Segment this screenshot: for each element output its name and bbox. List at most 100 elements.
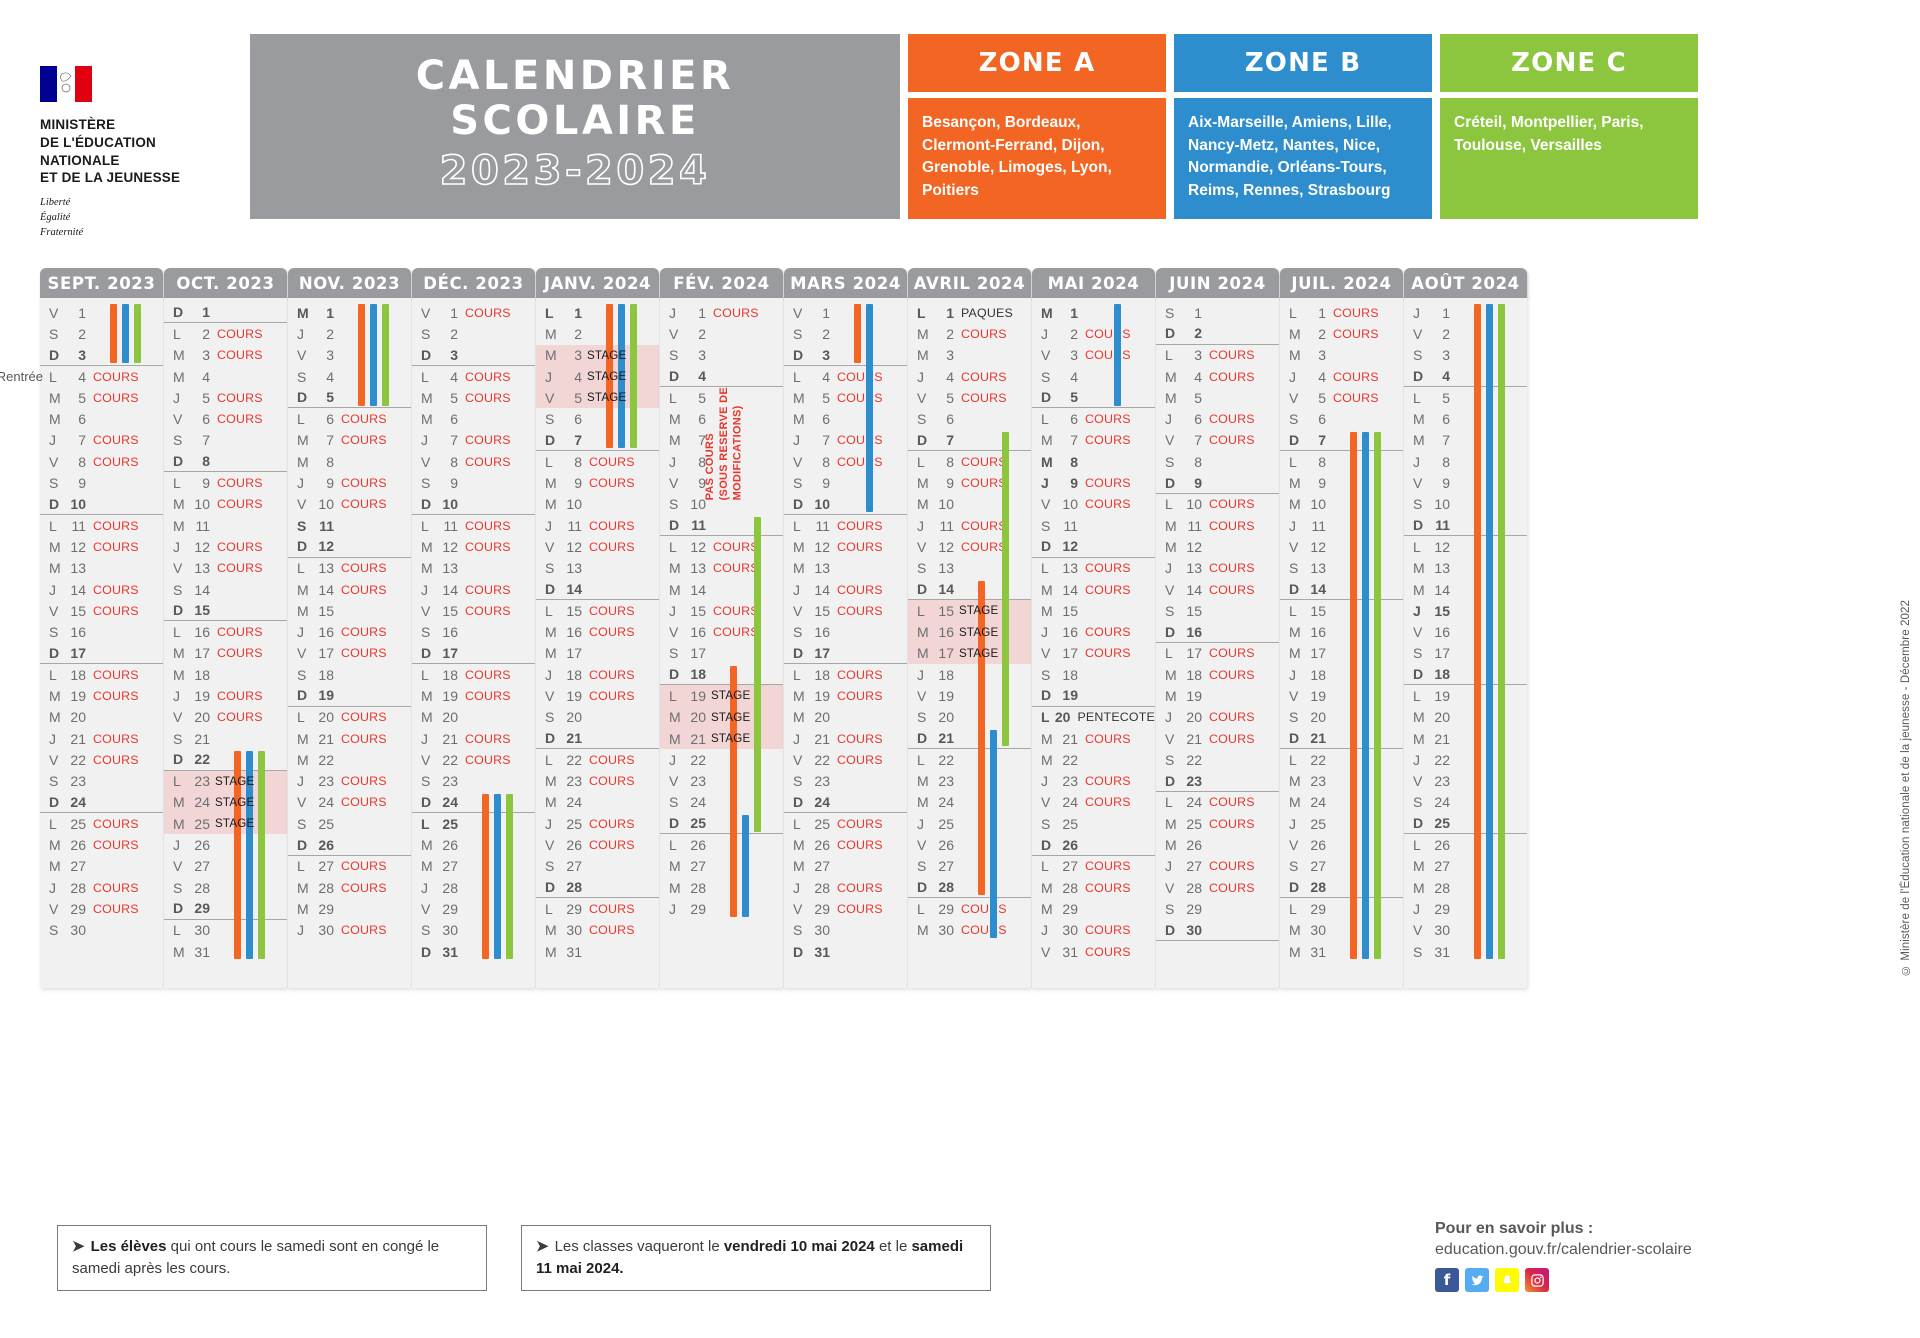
- day-of-week: L: [1041, 858, 1049, 875]
- day-row: D 17: [784, 643, 907, 665]
- vacation-bar-zone-b: [742, 815, 749, 917]
- day-of-week: D: [1413, 815, 1424, 832]
- twitter-icon[interactable]: [1465, 1268, 1489, 1292]
- day-number: 25: [814, 815, 830, 832]
- day-number: 22: [1186, 751, 1202, 768]
- day-of-week: M: [49, 389, 61, 406]
- day-of-week: M: [173, 347, 185, 364]
- day-number: 25: [690, 815, 706, 832]
- cours-label: COURS: [589, 838, 635, 853]
- day-number: 11: [939, 517, 954, 534]
- day-number: 7: [574, 431, 582, 448]
- day-of-week: V: [297, 347, 307, 364]
- day-of-week: M: [173, 496, 185, 513]
- day-of-week: L: [1289, 304, 1297, 321]
- day-of-week: M: [297, 730, 309, 747]
- month-days: M 1 J 2 V 3 S 4 D 5 L 6 COURS M 7 COURS M 8 J 9 COURS V 10 COUR…: [288, 298, 411, 988]
- day-row: L 15 COURS: [536, 600, 659, 621]
- day-number: 28: [194, 879, 210, 896]
- day-number: 30: [1186, 921, 1202, 938]
- day-row: V 8 COURS: [40, 451, 163, 472]
- more-info-url[interactable]: education.gouv.fr/calendrier-scolaire: [1435, 1241, 1692, 1259]
- day-row: J8: [1404, 451, 1527, 472]
- day-number: 9: [326, 475, 334, 492]
- day-number: 23: [690, 773, 706, 790]
- day-row: J 11 COURS: [908, 515, 1031, 536]
- month-header: SEPT. 2023: [40, 268, 163, 298]
- cours-label: COURS: [837, 688, 883, 703]
- day-number: 16: [442, 624, 458, 641]
- cours-label: COURS: [217, 412, 263, 427]
- day-of-week: V: [545, 687, 555, 704]
- day-of-week: J: [1413, 453, 1420, 470]
- day-number: 22: [690, 751, 706, 768]
- instagram-icon[interactable]: [1525, 1268, 1549, 1292]
- day-number: 23: [194, 773, 210, 790]
- day-number: 29: [1062, 900, 1078, 917]
- day-row: M 21: [1404, 728, 1527, 749]
- day-of-week: M: [421, 411, 433, 428]
- day-of-week: V: [1413, 475, 1423, 492]
- day-row: M 19 COURS: [412, 685, 535, 706]
- cours-label: COURS: [217, 348, 263, 363]
- month-header: AVRIL 2024: [908, 268, 1031, 298]
- day-number: 24: [1186, 794, 1202, 811]
- day-number: 26: [318, 836, 334, 853]
- day-row: V 20 COURS: [164, 707, 287, 728]
- cours-label: COURS: [837, 603, 883, 618]
- day-row: D2: [1156, 323, 1279, 345]
- day-number: 7: [1318, 431, 1326, 448]
- day-of-week: J: [173, 837, 180, 854]
- day-of-week: D: [421, 346, 432, 363]
- day-number: 5: [574, 389, 582, 406]
- day-of-week: S: [1165, 751, 1175, 768]
- day-row: S 18: [288, 664, 411, 685]
- day-row: J 14 COURS: [412, 579, 535, 600]
- day-of-week: L: [917, 453, 925, 470]
- day-number: 11: [1435, 517, 1450, 534]
- day-of-week: D: [917, 879, 928, 896]
- month-header: JUIL. 2024: [1280, 268, 1403, 298]
- day-number: 9: [1318, 475, 1326, 492]
- day-row: M 20 STAGE: [660, 706, 783, 728]
- cours-label: COURS: [713, 305, 759, 320]
- day-row: M8: [1032, 451, 1155, 472]
- facebook-icon[interactable]: f: [1435, 1268, 1459, 1292]
- day-of-week: J: [1413, 751, 1420, 768]
- day-row: J 7 COURS: [412, 430, 535, 451]
- day-of-week: M: [545, 922, 557, 939]
- day-row: L 12 COURS: [660, 536, 783, 557]
- day-number: 7: [1070, 432, 1078, 449]
- day-number: 7: [326, 432, 334, 449]
- day-row: J 4 COURS: [908, 366, 1031, 387]
- day-row: L 25 COURS: [784, 813, 907, 834]
- day-of-week: V: [1041, 496, 1051, 513]
- zone-b-title: ZONE B: [1174, 34, 1432, 92]
- day-of-week: V: [1413, 773, 1423, 790]
- day-number: 11: [1063, 517, 1078, 534]
- day-number: 5: [1318, 389, 1326, 406]
- day-number: 22: [70, 751, 86, 768]
- day-number: 18: [938, 666, 954, 683]
- day-row: V 6 COURS: [164, 408, 287, 429]
- day-of-week: L: [545, 751, 553, 768]
- day-row: S 22: [1156, 749, 1279, 770]
- day-row: S 27: [536, 856, 659, 877]
- day-number: 9: [574, 475, 582, 492]
- day-row: J 6 COURS: [1156, 408, 1279, 429]
- day-row: V 10 COURS: [1032, 494, 1155, 515]
- day-of-week: L: [49, 815, 57, 832]
- cours-label: COURS: [837, 901, 883, 916]
- day-number: 18: [442, 666, 458, 683]
- day-row: D 11: [1404, 515, 1527, 537]
- cours-label: COURS: [217, 688, 263, 703]
- cours-label: COURS: [1085, 731, 1131, 746]
- day-of-week: S: [1165, 453, 1175, 470]
- day-number: 4: [1318, 368, 1326, 385]
- month-header: DÉC. 2023: [412, 268, 535, 298]
- day-of-week: D: [793, 943, 804, 960]
- day-number: 8: [326, 453, 334, 470]
- snapchat-icon[interactable]: [1495, 1268, 1519, 1292]
- day-row: V 22 COURS: [412, 749, 535, 770]
- snapchat-ghost-glyph: [1501, 1274, 1512, 1284]
